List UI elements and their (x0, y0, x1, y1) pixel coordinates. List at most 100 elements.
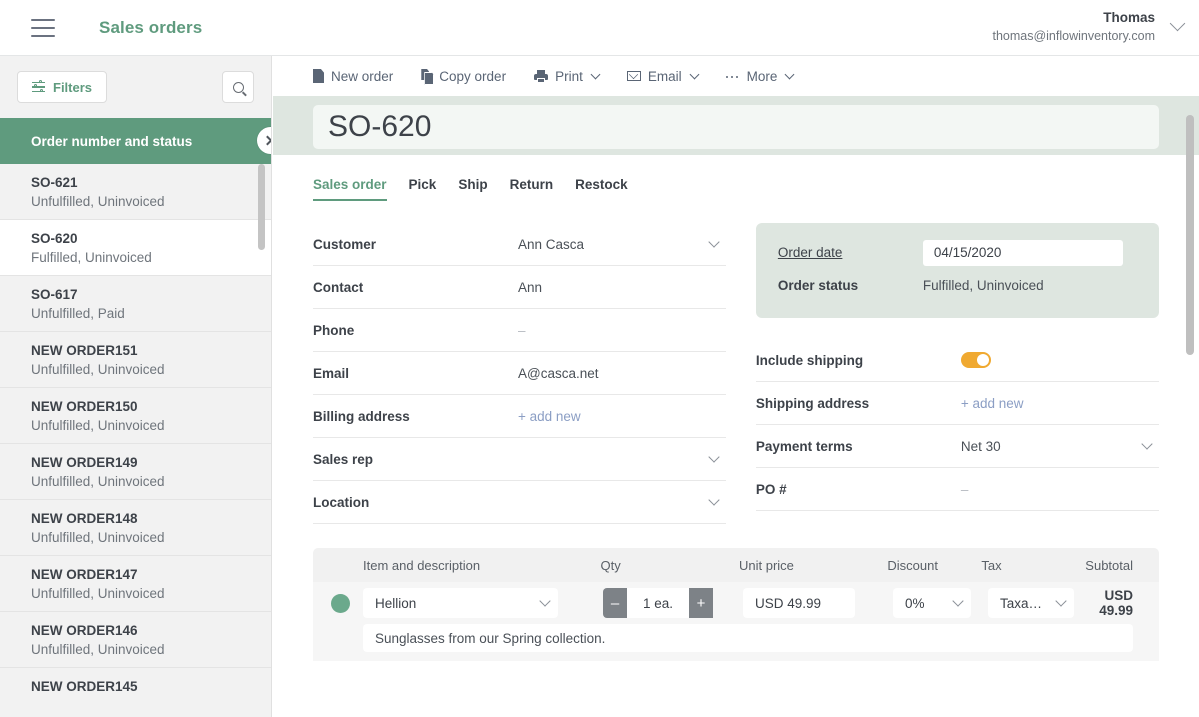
line-item-description-input[interactable]: Sunglasses from our Spring collection. (363, 624, 1133, 652)
order-title-band: SO-620 (273, 96, 1199, 155)
chevron-down-icon[interactable] (708, 494, 720, 506)
line-item-discount-cell: 0% (893, 588, 988, 618)
hamburger-menu-icon[interactable] (31, 18, 55, 37)
order-list-item[interactable]: NEW ORDER150 Unfulfilled, Uninvoiced (0, 388, 271, 444)
order-list-item[interactable]: SO-617 Unfulfilled, Paid (0, 276, 271, 332)
order-list-item-number: NEW ORDER149 (31, 455, 138, 470)
field-row: Phone – (313, 309, 726, 352)
line-item: Hellion –1 ea. + USD 49.99 0% Taxa… USD 49.99 S… (313, 582, 1159, 661)
collapse-panel-button[interactable] (257, 127, 271, 154)
user-name: Thomas (1103, 10, 1155, 25)
new-order-button[interactable]: New order (313, 56, 407, 96)
chevron-down-icon (539, 595, 551, 607)
order-date-input[interactable]: 04/15/2020 (922, 239, 1123, 266)
unit-price-input[interactable]: USD 49.99 (743, 588, 855, 618)
field-label: Location (313, 494, 370, 510)
field-label: Customer (313, 236, 377, 252)
tab-return[interactable]: Return (510, 177, 554, 201)
field-value[interactable]: + add new (961, 396, 1159, 411)
print-button[interactable]: Print (534, 56, 613, 96)
field-row: Contact Ann (313, 266, 726, 309)
tab-pick[interactable]: Pick (409, 177, 437, 201)
field-label: Billing address (313, 408, 410, 424)
chevron-down-icon[interactable] (1169, 15, 1186, 32)
order-list-header-label: Order number and status (31, 133, 193, 149)
field-label: PO # (755, 481, 787, 497)
chevron-down-icon[interactable] (708, 236, 720, 248)
chevron-down-icon (689, 69, 700, 80)
tax-select[interactable]: Taxa… (988, 588, 1074, 618)
discount-select[interactable]: 0% (893, 588, 971, 618)
qty-increment-button[interactable]: + (689, 588, 713, 618)
user-email: thomas@inflowinventory.com (992, 29, 1155, 43)
more-button[interactable]: More (725, 56, 808, 96)
qty-input[interactable]: 1 ea. (627, 588, 689, 618)
order-list-item-status: Unfulfilled, Uninvoiced (31, 194, 165, 209)
search-button[interactable] (222, 71, 254, 103)
field-row[interactable]: Location (313, 481, 726, 524)
new-order-label: New order (331, 68, 394, 84)
tab-ship[interactable]: Ship (458, 177, 487, 201)
chevron-down-icon (1055, 595, 1067, 607)
include-shipping-toggle[interactable] (960, 352, 991, 368)
order-form-right-column: Order date 04/15/2020 Order status Fulfi… (755, 223, 1159, 524)
order-list-item[interactable]: NEW ORDER145 (0, 668, 271, 717)
item-select[interactable]: Hellion (363, 588, 558, 618)
column-header-item: Item and description (363, 557, 481, 573)
order-list[interactable]: SO-621 Unfulfilled, Uninvoiced SO-620 Fulfi… (0, 164, 271, 717)
order-date-label[interactable]: Order date (778, 245, 923, 260)
sidebar-scrollbar[interactable] (258, 164, 265, 674)
order-list-item[interactable]: NEW ORDER151 Unfulfilled, Uninvoiced (0, 332, 271, 388)
tab-restock[interactable]: Restock (575, 177, 628, 201)
chevron-down-icon[interactable] (1141, 438, 1153, 450)
email-label: Email (647, 68, 682, 84)
tax-value: Taxa… (1000, 595, 1043, 611)
column-header-discount: Discount (887, 557, 938, 573)
discount-value: 0% (905, 595, 925, 611)
copy-icon (421, 69, 432, 83)
order-list-item[interactable]: SO-621 Unfulfilled, Uninvoiced (0, 164, 271, 220)
top-bar: Sales orders Thomas thomas@inflowinvento… (0, 0, 1199, 56)
order-list-item-number: NEW ORDER145 (31, 679, 138, 694)
order-list-item[interactable]: NEW ORDER147 Unfulfilled, Uninvoiced (0, 556, 271, 612)
order-list-item[interactable]: NEW ORDER149 Unfulfilled, Uninvoiced (0, 444, 271, 500)
main-scrollbar[interactable] (1186, 115, 1194, 655)
field-row[interactable]: Payment terms Net 30 (755, 425, 1159, 468)
order-status-row: Order status Fulfilled, Uninvoiced (778, 269, 1137, 302)
column-header-tax: Tax (981, 557, 1002, 573)
tab-sales-order[interactable]: Sales order (313, 177, 387, 201)
qty-decrement-button[interactable]: – (603, 588, 627, 618)
field-label: Sales rep (313, 451, 374, 467)
user-account-block[interactable]: Thomas thomas@inflowinventory.com (992, 8, 1155, 45)
field-row[interactable]: Sales rep (313, 438, 726, 481)
chevron-down-icon[interactable] (708, 451, 720, 463)
copy-order-button[interactable]: Copy order (421, 56, 520, 96)
order-form-scroll-area: Sales order Pick Ship Return Restock Custome… (273, 155, 1199, 524)
field-row[interactable]: Customer Ann Casca (313, 223, 726, 266)
quantity-stepper[interactable]: –1 ea. + (603, 588, 743, 618)
search-icon (232, 81, 244, 93)
order-tabs[interactable]: Sales order Pick Ship Return Restock (313, 155, 1159, 201)
more-label: More (746, 68, 778, 84)
order-list-item-status: Unfulfilled, Uninvoiced (31, 530, 165, 545)
filters-button[interactable]: Filters (17, 71, 108, 103)
field-label: Contact (313, 279, 364, 295)
main-scrollbar-thumb[interactable] (1186, 115, 1194, 355)
order-number-input[interactable]: SO-620 (313, 105, 1159, 149)
order-list-item[interactable]: NEW ORDER148 Unfulfilled, Uninvoiced (0, 500, 271, 556)
field-row[interactable]: Include shipping (755, 339, 1159, 382)
line-items-header-row: Item and description Qty Unit price Disc… (313, 548, 1159, 582)
order-list-item-status: Unfulfilled, Uninvoiced (31, 586, 165, 601)
filter-icon (32, 79, 45, 93)
field-row: Email A@casca.net (313, 352, 726, 395)
sidebar-scrollbar-thumb[interactable] (258, 164, 265, 250)
order-list-item[interactable]: NEW ORDER146 Unfulfilled, Uninvoiced (0, 612, 271, 668)
field-value[interactable]: + add new (518, 409, 726, 424)
sidebar-toolbar: Filters (0, 56, 271, 118)
order-list-item-status: Unfulfilled, Uninvoiced (31, 474, 165, 489)
copy-order-label: Copy order (439, 68, 507, 84)
email-button[interactable]: Email (626, 56, 712, 96)
order-list-item[interactable]: SO-620 Fulfilled, Uninvoiced (0, 220, 271, 276)
field-value: Ann Casca (518, 236, 585, 252)
order-list-item-status: Unfulfilled, Uninvoiced (31, 418, 165, 433)
